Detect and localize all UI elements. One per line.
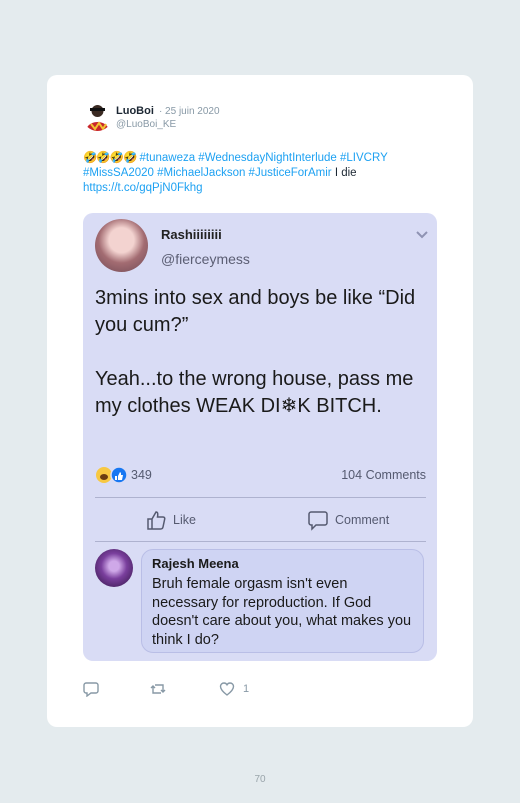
comment-text: Bruh female orgasm isn't even necessary … — [152, 576, 412, 648]
heart-icon — [219, 682, 235, 696]
embedded-post-image[interactable]: Rashiiiiiiii @fierceymess 3mins into sex… — [83, 213, 437, 661]
author-name-text[interactable]: LuoBoi — [116, 105, 154, 117]
tweet-link[interactable]: https://t.co/gqPjN0Fkhg — [83, 182, 203, 194]
commenter-name: Rajesh Meena — [152, 556, 239, 571]
like-action: Like — [145, 509, 196, 531]
comment-bubble-icon — [308, 511, 328, 531]
hashtags-line1[interactable]: #tunaweza #WednesdayNightInterlude #LIVC… — [139, 152, 387, 164]
like-button[interactable]: 1 — [219, 681, 249, 697]
like-label: Like — [173, 513, 196, 527]
tweet-card: LuoBoi · 25 juin 2020 @LuoBoi_KE 🤣🤣🤣🤣 #t… — [47, 75, 473, 727]
like-count: 1 — [243, 683, 250, 695]
chevron-down-icon — [416, 231, 428, 239]
comments-count: 104 Comments — [341, 468, 426, 482]
post-body: 3mins into sex and boys be like “Did you… — [95, 285, 431, 447]
tweet-actions: 1 — [83, 681, 283, 699]
thumbs-up-icon — [147, 511, 166, 530]
poster-handle: @fierceymess — [161, 251, 250, 267]
reply-icon — [83, 682, 99, 697]
retweet-button[interactable] — [150, 681, 166, 697]
tweet-date: · 25 juin 2020 — [158, 106, 220, 117]
poster-name: Rashiiiiiiii — [161, 227, 222, 242]
hashtags-line2[interactable]: #MissSA2020 #MichaelJackson #JusticeForA… — [83, 167, 332, 179]
post-body-para1: 3mins into sex and boys be like “Did you… — [95, 287, 416, 336]
commenter-avatar — [95, 549, 133, 587]
divider — [95, 497, 426, 498]
comment-label: Comment — [335, 513, 390, 527]
divider — [95, 541, 426, 542]
reaction-icons — [96, 466, 128, 484]
comment-action: Comment — [307, 509, 389, 531]
reaction-count: 349 — [131, 468, 152, 482]
author-name[interactable]: LuoBoi · 25 juin 2020 — [116, 105, 220, 117]
author-handle[interactable]: @LuoBoi_KE — [116, 119, 176, 130]
tweet-text-suffix: I die — [334, 167, 357, 179]
retweet-icon — [150, 684, 166, 694]
poster-avatar — [95, 219, 148, 272]
page-number: 70 — [254, 774, 266, 785]
post-body-para2: Yeah...to the wrong house, pass me my cl… — [95, 368, 414, 417]
comment-bubble: Rajesh Meena Bruh female orgasm isn't ev… — [141, 549, 424, 653]
tweet-text: 🤣🤣🤣🤣 #tunaweza #WednesdayNightInterlude … — [83, 151, 443, 196]
emoji-text: 🤣🤣🤣🤣 — [83, 152, 137, 164]
avatar[interactable] — [83, 102, 112, 131]
reply-button[interactable] — [83, 681, 99, 697]
